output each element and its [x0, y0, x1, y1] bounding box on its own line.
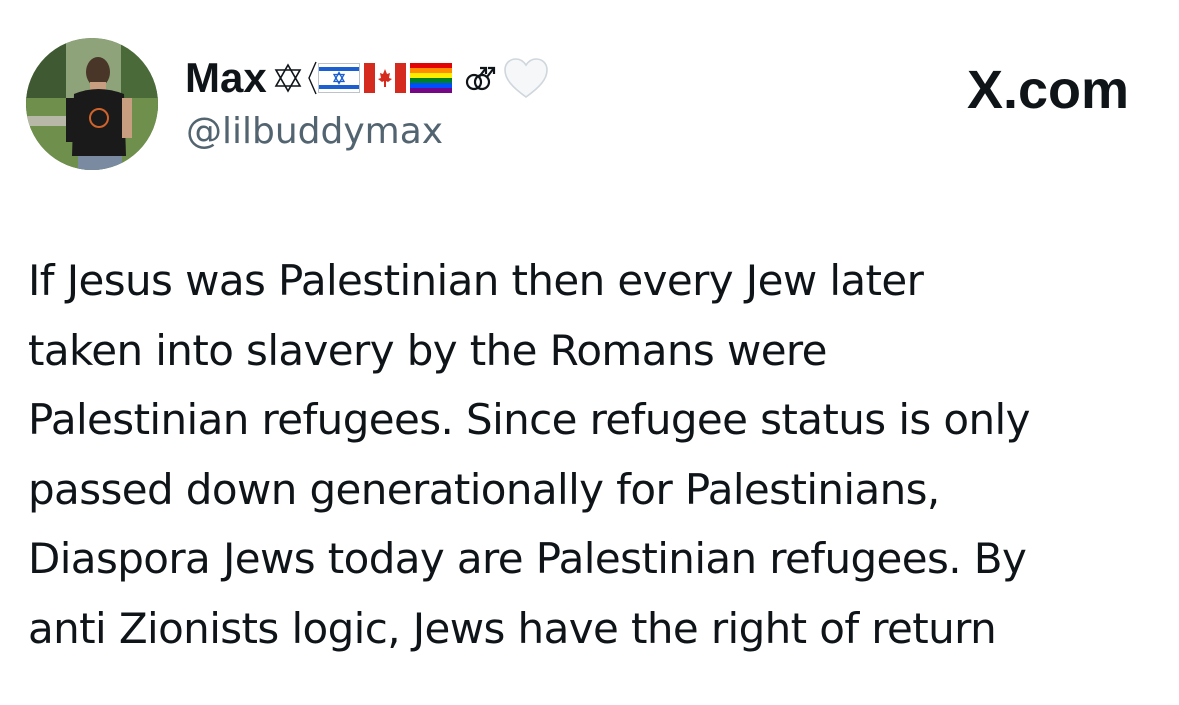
tweet-text: If Jesus was Palestinian then every Jew …	[28, 246, 1158, 663]
double-male-symbol-icon	[464, 62, 498, 94]
canada-flag-icon	[363, 63, 406, 93]
display-name[interactable]: Max	[185, 52, 267, 104]
author-name-row: Max	[185, 52, 554, 104]
tweet-line: taken into slavery by the Romans were	[28, 325, 828, 375]
profile-photo	[26, 38, 158, 170]
rainbow-flag-icon	[409, 63, 452, 93]
tweet-line: If Jesus was Palestinian then every Jew …	[28, 256, 924, 305]
israel-flag-icon	[317, 63, 360, 93]
tweet-line: Palestinian refugees. Since refugee stat…	[28, 395, 1030, 444]
site-label: X.com	[966, 60, 1129, 120]
tweet-line: passed down generationally for Palestini…	[28, 464, 940, 514]
tweet-line: Diaspora Jews today are Palestinian refu…	[28, 534, 1027, 583]
white-heart-icon	[502, 56, 550, 100]
tweet-line: anti Zionists logic, Jews have the right…	[28, 603, 997, 653]
star-of-david-icon	[273, 63, 303, 93]
author-handle[interactable]: @lilbuddymax	[186, 108, 443, 156]
avatar[interactable]	[26, 38, 158, 170]
separator-mark-icon	[307, 60, 317, 96]
